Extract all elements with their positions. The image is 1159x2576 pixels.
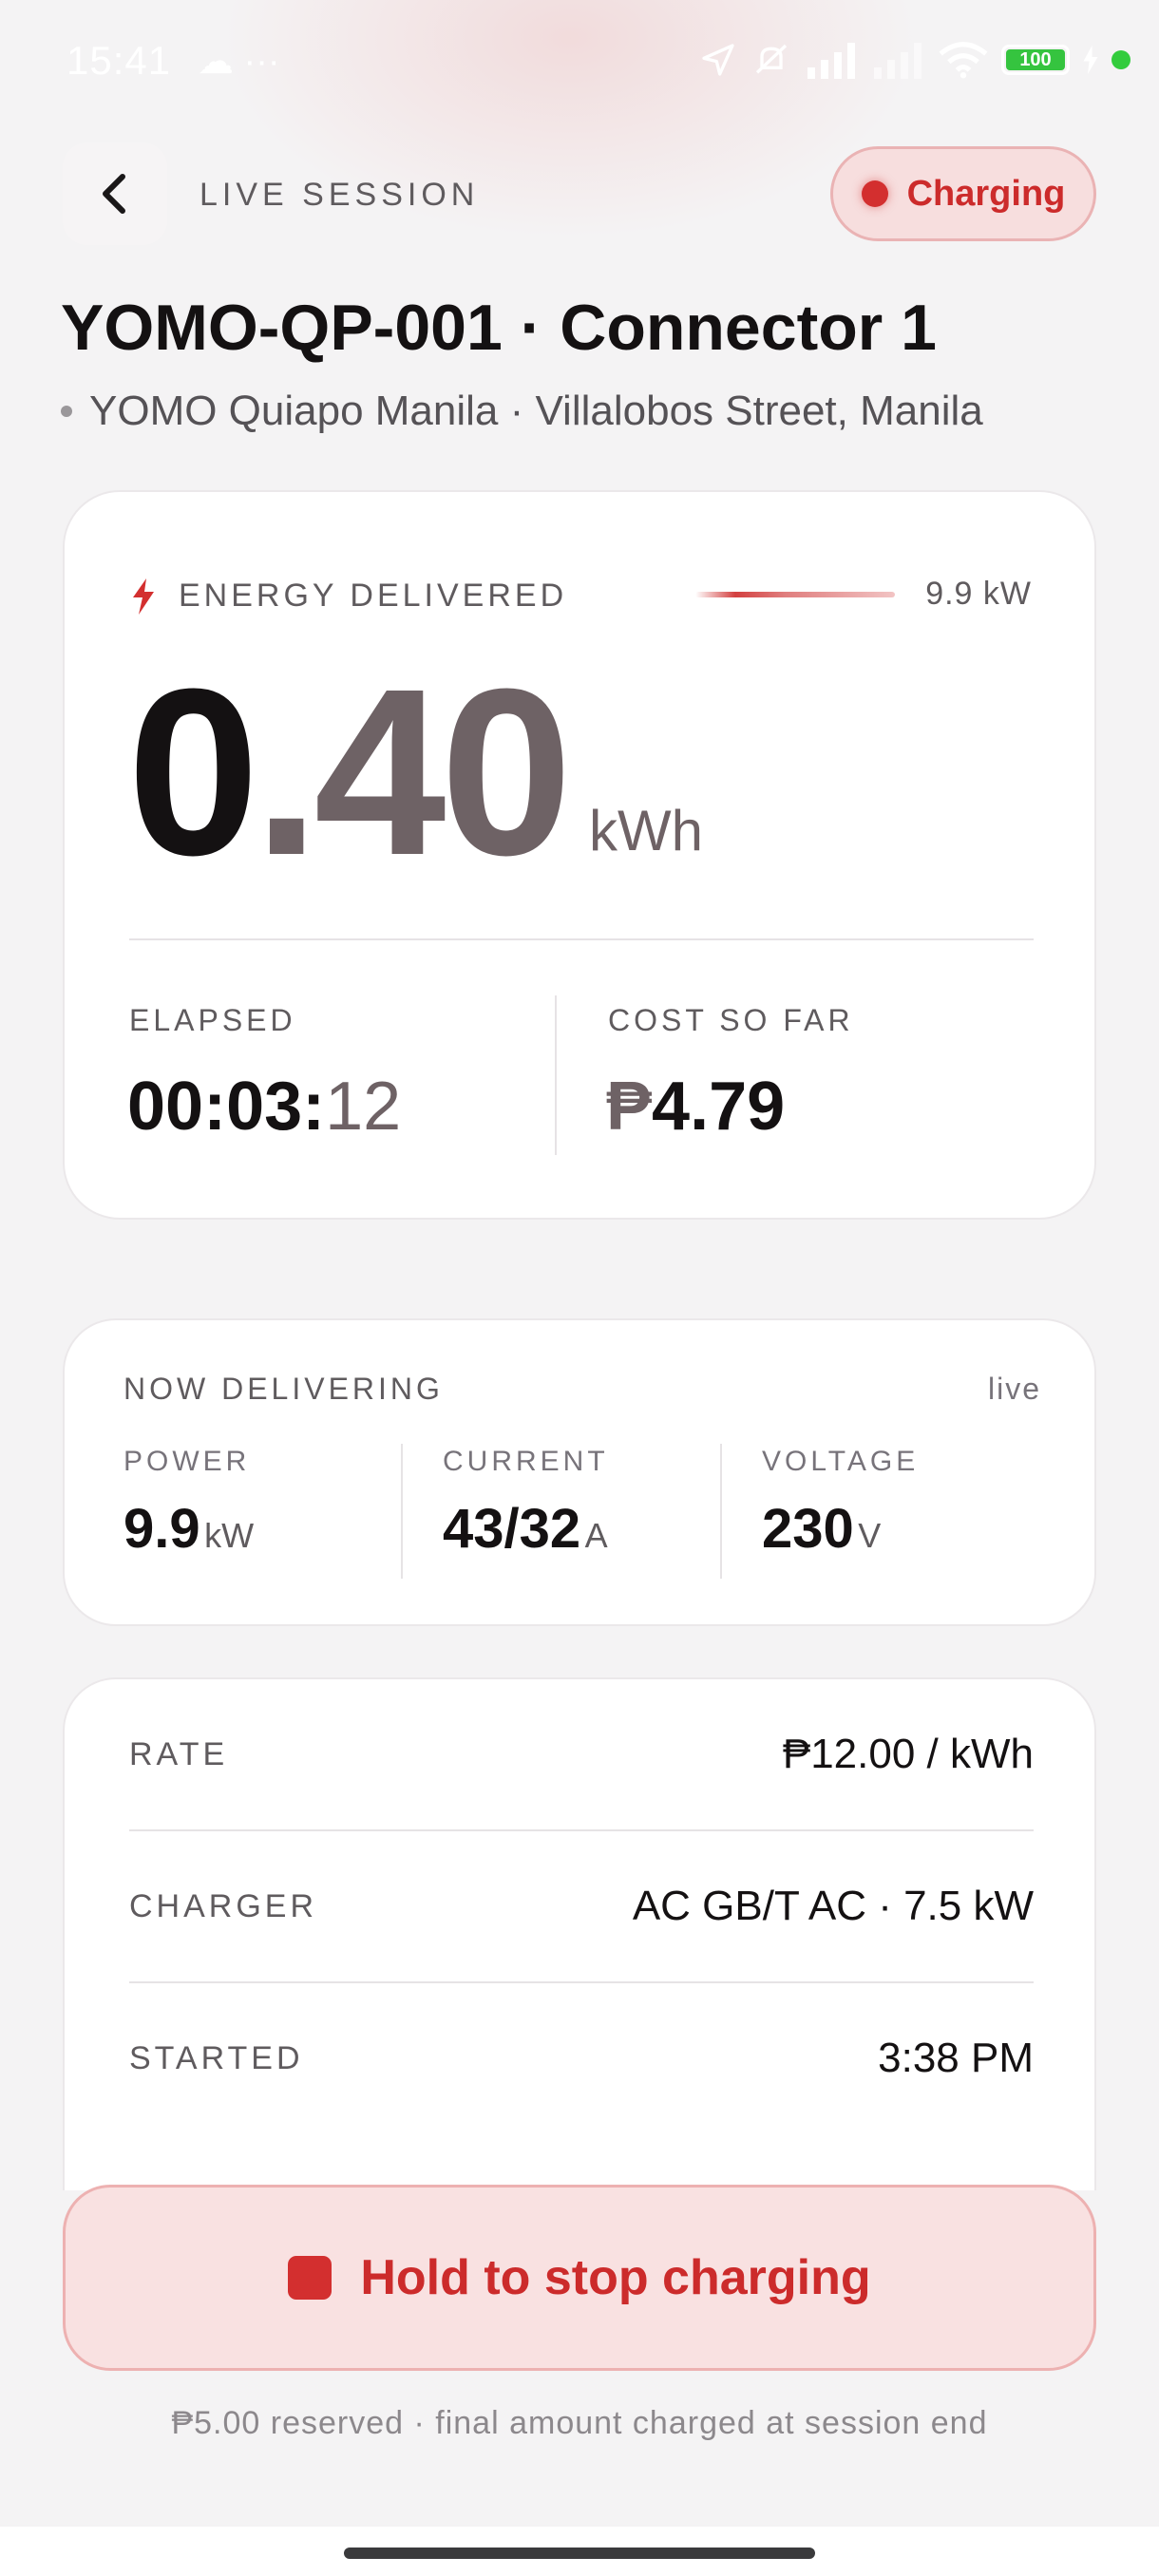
back-button[interactable]	[63, 142, 167, 245]
detail-label: RATE	[129, 1735, 229, 1772]
battery-icon: 100	[1001, 45, 1070, 75]
wifi-icon	[939, 42, 988, 79]
status-right-icons: 100	[699, 36, 1130, 84]
metric-divider	[720, 1444, 722, 1579]
mute-icon	[755, 44, 788, 74]
signal-icon	[808, 43, 855, 79]
detail-row-charger: CHARGER AC GB/T AC · 7.5 kW	[129, 1831, 1034, 1981]
status-dot	[861, 180, 888, 207]
header-label: LIVE SESSION	[200, 177, 480, 213]
metric-reading: 43/32 A	[443, 1497, 609, 1561]
now-delivering-card: NOW DELIVERING live POWER 9.9 kW CURRENT…	[63, 1318, 1096, 1626]
detail-row-rate: RATE ₱12.00 / kWh	[129, 1679, 1034, 1829]
signal-secondary-icon	[874, 43, 922, 79]
location-text: YOMO Quiapo Manila · Villalobos Street, …	[89, 388, 983, 434]
stop-button-label: Hold to stop charging	[360, 2250, 871, 2305]
energy-card: ENERGY DELIVERED 9.9 kW 0. 40 kWh ELAPSED…	[63, 490, 1096, 1220]
energy-header: ENERGY DELIVERED	[131, 578, 567, 615]
charging-bolt-icon	[1083, 46, 1098, 74]
metric-unit: kW	[204, 1516, 255, 1555]
energy-unit: kWh	[589, 799, 703, 862]
page-title: YOMO-QP-001 · Connector 1	[61, 292, 937, 364]
detail-value: AC GB/T AC · 7.5 kW	[632, 1883, 1034, 1929]
metric-reading: 230 V	[762, 1497, 919, 1561]
metric-value: 9.9	[124, 1498, 200, 1560]
divider	[129, 938, 1034, 940]
vertical-divider	[555, 995, 557, 1155]
metric-value: 43/32	[443, 1498, 581, 1560]
bullet-icon	[61, 406, 72, 417]
status-time: 15:41	[66, 38, 172, 83]
energy-value-integer: 0	[127, 639, 259, 904]
cost-amount: 4.79	[652, 1069, 786, 1145]
detail-value: 3:38 PM	[878, 2035, 1034, 2081]
status-badge-label: Charging	[906, 173, 1066, 214]
location-subtitle: YOMO Quiapo Manila · Villalobos Street, …	[61, 388, 983, 435]
privacy-indicator-dot	[1112, 50, 1130, 69]
elapsed-value: 00:03:12	[127, 1068, 401, 1146]
detail-value: ₱12.00 / kWh	[782, 1731, 1034, 1777]
charging-status-badge: Charging	[830, 146, 1096, 241]
metric-label: VOLTAGE	[762, 1446, 920, 1477]
stop-charging-button[interactable]: Hold to stop charging	[63, 2185, 1096, 2371]
energy-value-fraction: 40	[314, 639, 573, 904]
stop-icon	[288, 2256, 332, 2300]
chevron-left-icon	[103, 174, 125, 214]
location-arrow-icon	[702, 44, 734, 76]
metric-voltage: VOLTAGE 230 V	[762, 1446, 919, 1561]
metric-current: CURRENT 43/32 A	[443, 1446, 609, 1561]
home-indicator[interactable]	[344, 2548, 815, 2559]
cost-value: ₱4.79	[606, 1068, 785, 1146]
metric-unit: A	[584, 1516, 608, 1555]
energy-label: ENERGY DELIVERED	[179, 578, 568, 614]
session-details-card: RATE ₱12.00 / kWh CHARGER AC GB/T AC · 7…	[63, 1677, 1096, 2190]
now-delivering-title: NOW DELIVERING	[124, 1372, 444, 1406]
detail-label: STARTED	[129, 2039, 304, 2076]
power-value: 9.9 kW	[925, 576, 1032, 612]
cost-currency: ₱	[606, 1069, 653, 1145]
detail-label: CHARGER	[129, 1887, 318, 1924]
metric-label: POWER	[124, 1446, 251, 1477]
status-notification-icons: ☁ ···	[198, 42, 280, 82]
metric-value: 230	[762, 1498, 854, 1560]
status-bar: 15:41 ☁ ··· 100	[0, 0, 1159, 123]
cost-label: COST SO FAR	[608, 1003, 854, 1037]
live-label: live	[987, 1372, 1041, 1406]
metric-power: POWER 9.9 kW	[124, 1446, 254, 1561]
elapsed-seconds: 12	[325, 1069, 402, 1145]
energy-value-dot: .	[254, 639, 320, 904]
elapsed-label: ELAPSED	[129, 1003, 296, 1037]
power-sparkline	[695, 592, 895, 597]
metric-reading: 9.9 kW	[124, 1497, 254, 1561]
metric-label: CURRENT	[443, 1446, 609, 1477]
elapsed-main: 00:03:	[127, 1069, 326, 1145]
reservation-footnote: ₱5.00 reserved · final amount charged at…	[171, 2405, 988, 2441]
detail-row-started: STARTED 3:38 PM	[129, 1983, 1034, 2133]
metric-divider	[401, 1444, 403, 1579]
lightning-icon	[133, 578, 154, 615]
energy-value: 0. 40	[127, 639, 573, 904]
battery-level: 100	[1006, 49, 1065, 70]
metric-unit: V	[858, 1516, 882, 1555]
